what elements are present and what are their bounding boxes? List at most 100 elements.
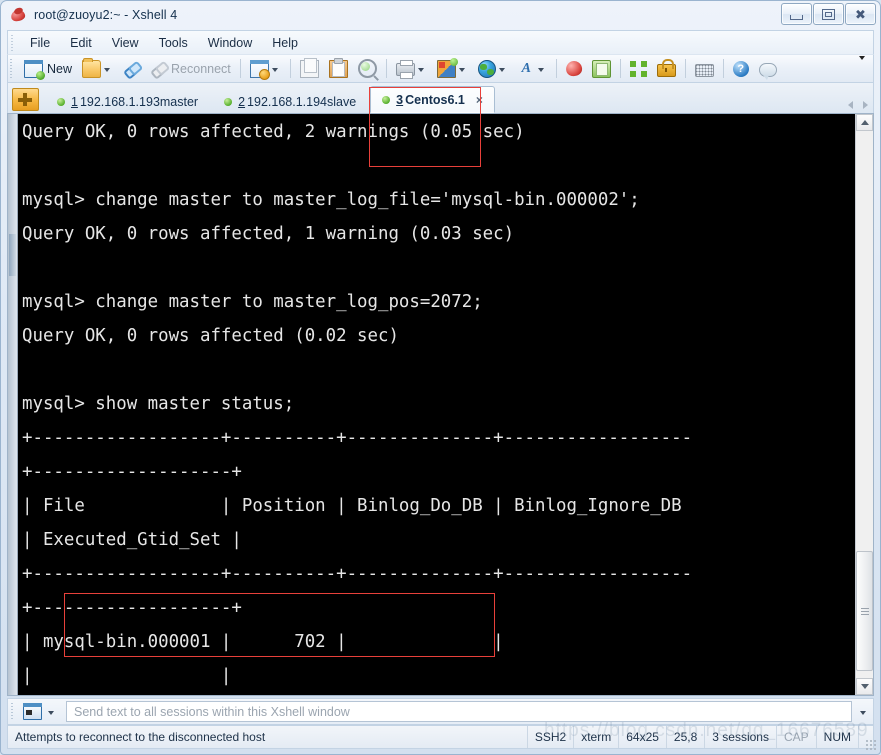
chevron-down-icon[interactable] xyxy=(498,67,505,72)
chevron-down-icon[interactable] xyxy=(458,67,465,72)
scrollbar-thumb[interactable] xyxy=(856,551,873,671)
find-button[interactable] xyxy=(354,56,381,81)
print-icon xyxy=(395,60,415,79)
tab-session-1[interactable]: 1 192.168.1.193master xyxy=(45,89,210,113)
terminal-line: +-------------------+ xyxy=(22,462,242,482)
tab-session-3[interactable]: 3 Centos6.1 × xyxy=(370,86,495,113)
menu-tools[interactable]: Tools xyxy=(150,33,197,53)
menu-help[interactable]: Help xyxy=(263,33,307,53)
chevron-down-icon[interactable] xyxy=(271,67,278,72)
open-session-button[interactable] xyxy=(78,56,117,81)
toolbar-drag-grip[interactable] xyxy=(9,58,16,79)
new-session-icon xyxy=(24,59,45,80)
send-to-all-input[interactable]: Send text to all sessions within this Xs… xyxy=(66,701,852,722)
new-button-label: New xyxy=(47,61,73,76)
chevron-down-icon[interactable] xyxy=(537,67,544,72)
open-folder-icon xyxy=(82,57,102,78)
toolbar-overflow-button[interactable] xyxy=(856,55,868,78)
terminal-line: +------------------+----------+---------… xyxy=(22,564,693,584)
terminal-left-scrollbar[interactable] xyxy=(8,114,18,695)
menu-edit[interactable]: Edit xyxy=(61,33,101,53)
terminal-line: mysql> change master to master_log_file=… xyxy=(22,190,640,210)
add-tab-button[interactable] xyxy=(12,88,39,111)
status-dot-icon xyxy=(224,97,233,106)
paste-button[interactable] xyxy=(325,56,352,81)
font-icon: A xyxy=(521,60,531,76)
keyboard-button[interactable] xyxy=(691,56,718,81)
menu-view[interactable]: View xyxy=(103,33,148,53)
new-session-button[interactable]: New xyxy=(20,56,76,81)
close-icon[interactable]: × xyxy=(476,93,483,107)
status-num-lock: NUM xyxy=(815,726,858,748)
tab-number: 3 xyxy=(396,92,404,107)
properties-icon xyxy=(249,59,270,80)
toolbar-separator xyxy=(289,59,291,78)
menu-drag-grip[interactable] xyxy=(10,34,17,51)
status-size: 64x25 xyxy=(618,726,666,748)
window-controls: ✖ xyxy=(780,3,876,25)
status-sessions: 3 sessions xyxy=(704,726,776,748)
menu-window[interactable]: Window xyxy=(199,33,261,53)
chevron-down-icon xyxy=(859,710,866,715)
terminal-scrollbar[interactable] xyxy=(855,114,873,695)
reconnect-button-label: Reconnect xyxy=(171,61,231,76)
send-target-dropdown[interactable] xyxy=(43,701,58,722)
toolbar-separator xyxy=(239,59,241,78)
notes-icon xyxy=(591,59,611,78)
send-to-all-placeholder: Send text to all sessions within this Xs… xyxy=(74,704,350,719)
chevron-down-icon[interactable] xyxy=(417,67,424,72)
scroll-down-button[interactable] xyxy=(856,678,873,695)
terminal-panel: Query OK, 0 rows affected, 2 warnings (0… xyxy=(7,113,874,696)
session-manager-button[interactable] xyxy=(562,56,586,81)
print-button[interactable] xyxy=(392,56,431,81)
maximize-button[interactable] xyxy=(813,3,844,25)
copy-button[interactable] xyxy=(296,56,323,81)
connect-icon xyxy=(120,57,143,80)
terminal-line: +-------------------+ xyxy=(22,598,242,618)
help-button[interactable]: ? xyxy=(729,56,753,81)
reconnect-button[interactable]: Reconnect xyxy=(146,56,235,81)
status-protocol: SSH2 xyxy=(526,726,573,748)
session-manager-icon xyxy=(564,59,583,78)
resize-grip[interactable] xyxy=(865,739,877,751)
tab-bar: 1 192.168.1.193master 2 192.168.1.194sla… xyxy=(7,83,874,114)
window-title: root@zuoyu2:~ - Xshell 4 xyxy=(34,8,178,22)
properties-button[interactable] xyxy=(246,56,285,81)
close-button[interactable]: ✖ xyxy=(845,3,876,25)
connect-button[interactable] xyxy=(119,56,144,81)
notes-button[interactable] xyxy=(588,56,615,81)
scroll-up-button[interactable] xyxy=(856,114,873,131)
chat-button[interactable] xyxy=(755,56,781,81)
toolbar: New Reconnect A ? xyxy=(7,54,874,83)
tab-label: 192.168.1.193master xyxy=(79,94,199,109)
menu-file[interactable]: File xyxy=(21,33,59,53)
toolbar-separator xyxy=(385,59,387,78)
terminal-line: +------------------+----------+---------… xyxy=(22,693,855,695)
xshell-icon xyxy=(10,6,27,24)
chevron-down-icon xyxy=(47,710,54,715)
tab-label: Centos6.1 xyxy=(405,92,465,107)
web-browser-button[interactable] xyxy=(474,56,512,81)
file-transfer-button[interactable] xyxy=(433,56,472,81)
send-history-dropdown[interactable] xyxy=(855,701,870,722)
minimize-button[interactable] xyxy=(781,3,812,25)
terminal-line: mysql> show master status; xyxy=(22,394,295,414)
scroll-left-icon[interactable] xyxy=(848,101,853,109)
toolbar-separator xyxy=(555,59,557,78)
terminal-line: +------------------+----------+---------… xyxy=(22,428,693,448)
lock-button[interactable] xyxy=(653,56,680,81)
font-button[interactable]: A xyxy=(514,56,551,81)
tab-label: 192.168.1.194slave xyxy=(247,94,357,109)
sendbar-drag-grip[interactable] xyxy=(10,702,17,721)
chevron-down-icon[interactable] xyxy=(104,67,111,72)
session-target-icon[interactable] xyxy=(23,703,42,720)
chat-icon xyxy=(758,62,777,80)
terminal-output[interactable]: Query OK, 0 rows affected, 2 warnings (0… xyxy=(18,114,855,695)
status-caps-lock: CAP xyxy=(775,726,816,748)
menu-bar: File Edit View Tools Window Help xyxy=(7,30,874,54)
tab-session-2[interactable]: 2 192.168.1.194slave xyxy=(212,89,368,113)
fullscreen-button[interactable] xyxy=(626,56,651,81)
scroll-right-icon[interactable] xyxy=(863,101,868,109)
